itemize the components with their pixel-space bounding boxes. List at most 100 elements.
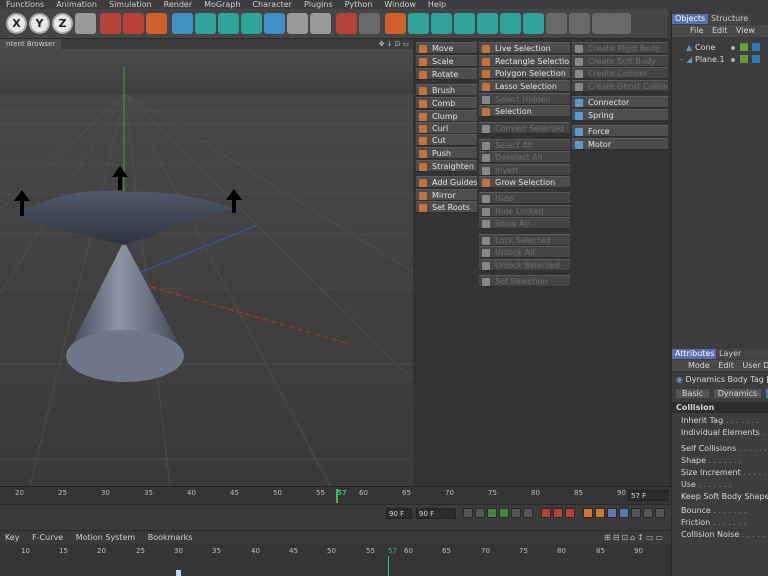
current-frame-field[interactable] <box>628 490 668 501</box>
key-scale-icon[interactable] <box>595 508 605 518</box>
mograph-cloner-icon[interactable] <box>385 13 406 34</box>
content-browser-tab[interactable]: ntent Browser <box>0 39 62 49</box>
timeline-ruler[interactable]: 20 25 30 35 40 45 50 55 57 60 65 70 75 80 85 90 <box>0 486 671 504</box>
render-picture-viewer-icon[interactable] <box>123 13 144 34</box>
go-to-end-icon[interactable] <box>523 508 533 518</box>
layout-switch-icon[interactable] <box>610 13 631 34</box>
tag-icon[interactable] <box>740 55 748 63</box>
palette-button-move[interactable]: Move <box>416 42 477 54</box>
tab-objects[interactable]: Objects <box>672 14 709 24</box>
play-forward-icon[interactable] <box>499 508 509 518</box>
menu-mograph[interactable]: MoGraph <box>198 0 246 9</box>
timeline-menu-motion-system[interactable]: Motion System <box>71 533 141 542</box>
x-axis-lock-button[interactable]: X <box>6 13 27 34</box>
menu-python[interactable]: Python <box>339 0 379 9</box>
array-icon[interactable] <box>241 13 262 34</box>
palette-button-invert[interactable]: Invert <box>479 164 570 176</box>
palette-button-unlock-selected[interactable]: Unlock Selected <box>479 259 570 271</box>
menu-animation[interactable]: Animation <box>50 0 103 9</box>
palette-button-comb[interactable]: Comb <box>416 97 477 109</box>
menu-help[interactable]: Help <box>422 0 452 9</box>
attribute-row-size-increment[interactable]: Size Increment . . . . . . . <box>672 467 768 478</box>
timeline-menu-bookmarks[interactable]: Bookmarks <box>143 533 198 542</box>
key-param-icon[interactable] <box>619 508 629 518</box>
palette-button-mirror[interactable]: Mirror <box>416 189 477 201</box>
attributes-menu-user-data[interactable]: User Da <box>742 361 768 370</box>
palette-button-cut[interactable]: Cut <box>416 134 477 146</box>
cube-primitive-icon[interactable] <box>172 13 193 34</box>
timeline-menu-key[interactable]: Key <box>0 533 25 542</box>
palette-button-set-roots[interactable]: Set Roots <box>416 201 477 213</box>
dope-sheet-playhead[interactable] <box>388 556 389 576</box>
attributes-menu-edit[interactable]: Edit <box>718 361 734 370</box>
attribute-row-keep-soft-body-shape[interactable]: Keep Soft Body Shape . . . . . . . <box>672 491 768 502</box>
palette-button-select-all[interactable]: Select All <box>479 139 570 151</box>
palette-button-convert-selected[interactable]: Convert Selected <box>479 122 570 134</box>
palette-button-create-rigid-body[interactable]: Create Rigid Body <box>572 42 668 54</box>
timeline-nav-icons[interactable]: ⊞⊟⊡⌂↕▭▭ <box>604 533 665 542</box>
menu-plugins[interactable]: Plugins <box>298 0 339 9</box>
record-keyframe-icon[interactable] <box>565 508 575 518</box>
next-key-icon[interactable] <box>511 508 521 518</box>
objects-menu-edit[interactable]: Edit <box>712 26 728 35</box>
render-settings-icon[interactable] <box>146 13 167 34</box>
3d-viewport[interactable] <box>0 49 413 486</box>
dynamics-tag-icon[interactable] <box>752 55 760 63</box>
key-position-icon[interactable] <box>583 508 593 518</box>
deformer-icon[interactable] <box>264 13 285 34</box>
palette-button-unlock-all[interactable]: Unlock All <box>479 246 570 258</box>
timeline-menu-fcurve[interactable]: F-Curve <box>27 533 68 542</box>
visibility-dot-icon[interactable] <box>731 58 735 62</box>
menu-render[interactable]: Render <box>158 0 198 9</box>
mograph-effector-icon[interactable] <box>454 13 475 34</box>
palette-button-selection[interactable]: Selection <box>479 105 570 117</box>
z-axis-lock-button[interactable]: Z <box>52 13 73 34</box>
palette-button-lock-selected[interactable]: Lock Selected <box>479 234 570 246</box>
calculator-icon[interactable] <box>359 13 380 34</box>
attributes-menu-mode[interactable]: Mode <box>688 361 710 370</box>
go-to-start-icon[interactable] <box>463 508 473 518</box>
subtab-dynamics[interactable]: Dynamics <box>713 389 762 398</box>
mograph-matrix-icon[interactable] <box>431 13 452 34</box>
palette-button-hide[interactable]: Hide <box>479 192 570 204</box>
object-row-cone[interactable]: ▲ Cone <box>672 42 768 53</box>
palette-button-clump[interactable]: Clump <box>416 110 477 122</box>
camera-icon[interactable] <box>310 13 331 34</box>
mograph-voronoi-icon[interactable] <box>546 13 567 34</box>
palette-button-polygon-selection[interactable]: Polygon Selection <box>479 67 570 79</box>
autokey-icon[interactable] <box>553 508 563 518</box>
layout-grid-icon[interactable] <box>569 13 590 34</box>
palette-button-create-collider[interactable]: Create Collider <box>572 67 668 79</box>
palette-button-curl[interactable]: Curl <box>416 122 477 134</box>
palette-button-scale[interactable]: Scale <box>416 55 477 67</box>
mograph-text-icon[interactable] <box>500 13 521 34</box>
end-frame-field[interactable] <box>416 508 456 519</box>
menu-window[interactable]: Window <box>378 0 422 9</box>
menu-simulation[interactable]: Simulation <box>103 0 158 9</box>
palette-button-add-guides[interactable]: Add Guides <box>416 176 477 188</box>
key-pla-icon[interactable] <box>631 508 641 518</box>
prev-key-icon[interactable] <box>475 508 485 518</box>
palette-button-connector[interactable]: Connector <box>572 96 668 108</box>
attribute-row-bounce[interactable]: Bounce . . . . . . . <box>672 505 768 516</box>
palette-button-push[interactable]: Push <box>416 147 477 159</box>
visibility-dot-icon[interactable] <box>731 46 735 50</box>
palette-button-select-hidden[interactable]: Select Hidden <box>479 93 570 105</box>
objects-menu-file[interactable]: File <box>690 26 703 35</box>
palette-button-hide-locked[interactable]: Hide Locked <box>479 205 570 217</box>
attribute-row-inherit-tag[interactable]: Inherit Tag . . . . . . . <box>672 415 768 426</box>
y-axis-lock-button[interactable]: Y <box>29 13 50 34</box>
palette-button-lasso-selection[interactable]: Lasso Selection <box>479 80 570 92</box>
menu-functions[interactable]: Functions <box>0 0 50 9</box>
attribute-row-use[interactable]: Use . . . . . . . <box>672 479 768 490</box>
palette-button-spring[interactable]: Spring <box>572 109 668 121</box>
subtab-basic[interactable]: Basic <box>676 389 710 398</box>
mograph-gear-icon[interactable] <box>477 13 498 34</box>
palette-button-straighten[interactable]: Straighten <box>416 160 477 172</box>
record-icon[interactable] <box>541 508 551 518</box>
scene-icon[interactable] <box>287 13 308 34</box>
tab-structure[interactable]: Structure <box>708 14 752 24</box>
palette-button-force[interactable]: Force <box>572 125 668 137</box>
tab-attributes[interactable]: Attributes <box>672 349 718 359</box>
viewport-nav-icons[interactable]: ✥↓⊡▭ <box>379 40 411 48</box>
